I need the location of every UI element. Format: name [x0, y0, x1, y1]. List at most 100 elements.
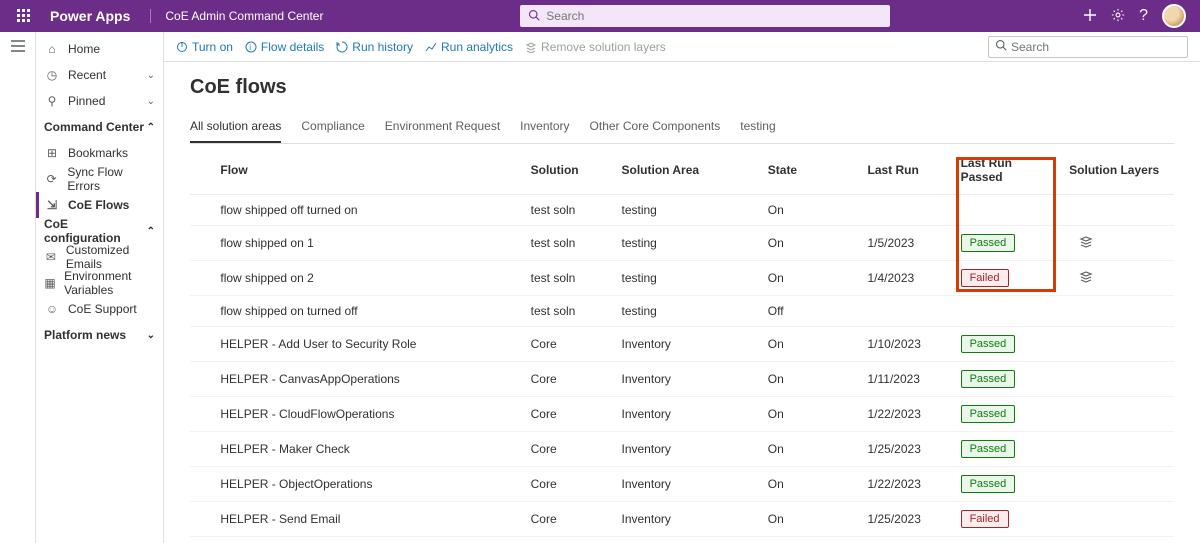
col-last-run[interactable]: Last Run	[861, 146, 954, 195]
cell-last-run: 1/25/2023	[861, 432, 954, 467]
cmd-run-analytics[interactable]: Run analytics	[425, 40, 513, 54]
table-row[interactable]: HELPER - CanvasAppOperationsCoreInventor…	[190, 362, 1174, 397]
chevron-down-icon: ⌄	[147, 96, 155, 107]
header-search[interactable]	[988, 36, 1188, 58]
status-badge: Passed	[961, 475, 1016, 493]
cell-badge: Passed	[955, 327, 1064, 362]
cell-badge: Failed	[955, 261, 1064, 296]
cmd-flow-details[interactable]: iFlow details	[245, 40, 324, 54]
cell-layers	[1063, 261, 1174, 296]
status-badge: Passed	[961, 440, 1016, 458]
bookmark-icon: ⊞	[44, 146, 60, 160]
cell-last-run	[861, 296, 954, 327]
col-last-run-passed[interactable]: Last Run Passed	[955, 146, 1064, 195]
cell-badge: Passed	[955, 432, 1064, 467]
avatar[interactable]	[1162, 4, 1186, 28]
cmd-turn-on[interactable]: Turn on	[176, 40, 233, 54]
cell-flow: HELPER - ObjectOperations	[214, 467, 524, 502]
col-solution-area[interactable]: Solution Area	[616, 146, 762, 195]
sidebar-item-bookmarks[interactable]: ⊞Bookmarks	[36, 140, 163, 166]
table-row[interactable]: HELPER - Send EmailCoreInventoryOn1/25/2…	[190, 502, 1174, 537]
brand-label: Power Apps	[40, 8, 140, 24]
cell-layers	[1063, 195, 1174, 226]
cell-badge: Passed	[955, 226, 1064, 261]
app-launcher-icon[interactable]	[8, 9, 40, 23]
status-badge: Passed	[961, 370, 1016, 388]
cell-area: testing	[616, 296, 762, 327]
col-state[interactable]: State	[762, 146, 862, 195]
cell-area: Inventory	[616, 362, 762, 397]
cell-badge: Passed	[955, 397, 1064, 432]
sidebar-item-pinned[interactable]: ⚲Pinned⌄	[36, 88, 163, 114]
tabs: All solution areas Compliance Environmen…	[190, 115, 1174, 144]
clock-icon: ◷	[44, 68, 60, 82]
cell-badge	[955, 296, 1064, 327]
table-row[interactable]: flow shipped on 2test solntestingOn1/4/2…	[190, 261, 1174, 296]
tab-testing[interactable]: testing	[740, 115, 775, 143]
flows-table: Flow Solution Solution Area State Last R…	[190, 146, 1174, 543]
table-row[interactable]: SetupWizard>CreateGroupCoreInventoryOn1/…	[190, 537, 1174, 543]
table-row[interactable]: HELPER - Maker CheckCoreInventoryOn1/25/…	[190, 432, 1174, 467]
cell-solution: Core	[525, 397, 616, 432]
topbar: Power Apps CoE Admin Command Center ?	[0, 0, 1200, 32]
layers-icon[interactable]	[1079, 273, 1093, 287]
home-icon: ⌂	[44, 42, 60, 56]
tab-all[interactable]: All solution areas	[190, 115, 281, 143]
variable-icon: ▦	[44, 276, 56, 290]
layers-icon[interactable]	[1079, 238, 1093, 252]
support-icon: ☺	[44, 302, 60, 316]
cell-solution: test soln	[525, 226, 616, 261]
cell-solution: Core	[525, 537, 616, 543]
cell-layers	[1063, 432, 1174, 467]
sidebar-item-coe-support[interactable]: ☺CoE Support	[36, 296, 163, 322]
sidebar-section-command-center[interactable]: Command Center⌃	[36, 114, 163, 140]
tab-env-request[interactable]: Environment Request	[385, 115, 500, 143]
tab-inventory[interactable]: Inventory	[520, 115, 569, 143]
cell-state: Off	[762, 296, 862, 327]
cell-last-run: 1/10/2023	[861, 327, 954, 362]
global-search[interactable]	[520, 5, 890, 27]
cell-flow: HELPER - Send Email	[214, 502, 524, 537]
tab-compliance[interactable]: Compliance	[301, 115, 364, 143]
mail-icon: ✉	[44, 250, 58, 264]
sidebar-item-cust-emails[interactable]: ✉ Customized Emails	[36, 244, 163, 270]
table-row[interactable]: flow shipped on turned offtest solntesti…	[190, 296, 1174, 327]
menu-collapse-icon[interactable]	[11, 40, 25, 543]
global-search-input[interactable]	[546, 9, 882, 23]
add-icon[interactable]	[1083, 8, 1097, 25]
sidebar-section-platform-news[interactable]: Platform news⌄	[36, 322, 163, 348]
sidebar-item-recent[interactable]: ◷Recent⌄	[36, 62, 163, 88]
sidebar-item-label: Sync Flow Errors	[67, 165, 155, 193]
col-flow[interactable]: Flow	[214, 146, 524, 195]
table-row[interactable]: flow shipped on 1test solntestingOn1/5/2…	[190, 226, 1174, 261]
table-row[interactable]: HELPER - Add User to Security RoleCoreIn…	[190, 327, 1174, 362]
cell-last-run: 1/16/2023	[861, 537, 954, 543]
sidebar-item-label: Recent	[68, 68, 106, 82]
tab-other-core[interactable]: Other Core Components	[590, 115, 721, 143]
table-row[interactable]: HELPER - ObjectOperationsCoreInventoryOn…	[190, 467, 1174, 502]
header-search-input[interactable]	[1011, 40, 1181, 54]
sidebar-section-coe-config[interactable]: CoE configuration⌃	[36, 218, 163, 244]
environment-label[interactable]: CoE Admin Command Center	[140, 9, 333, 23]
cmd-run-history[interactable]: Run history	[336, 40, 413, 54]
table-row[interactable]: HELPER - CloudFlowOperationsCoreInventor…	[190, 397, 1174, 432]
help-icon[interactable]: ?	[1139, 7, 1148, 25]
cell-layers	[1063, 362, 1174, 397]
table-row[interactable]: flow shipped off turned ontest solntesti…	[190, 195, 1174, 226]
cell-flow: flow shipped on turned off	[214, 296, 524, 327]
sidebar-item-sync-errors[interactable]: ⟳Sync Flow Errors	[36, 166, 163, 192]
cell-flow: SetupWizard>CreateGroup	[214, 537, 524, 543]
chevron-down-icon: ⌄	[147, 330, 155, 341]
sidebar-item-coe-flows[interactable]: ⇲CoE Flows	[36, 192, 163, 218]
col-solution-layers[interactable]: Solution Layers	[1063, 146, 1174, 195]
cell-last-run: 1/22/2023	[861, 397, 954, 432]
cell-state: On	[762, 537, 862, 543]
cell-area: Inventory	[616, 327, 762, 362]
sidebar-item-home[interactable]: ⌂Home	[36, 36, 163, 62]
sidebar-item-label: Customized Emails	[66, 243, 155, 271]
cell-last-run: 1/22/2023	[861, 467, 954, 502]
sidebar-item-env-vars[interactable]: ▦Environment Variables	[36, 270, 163, 296]
settings-icon[interactable]	[1111, 8, 1125, 25]
col-solution[interactable]: Solution	[525, 146, 616, 195]
cell-flow: flow shipped on 2	[214, 261, 524, 296]
